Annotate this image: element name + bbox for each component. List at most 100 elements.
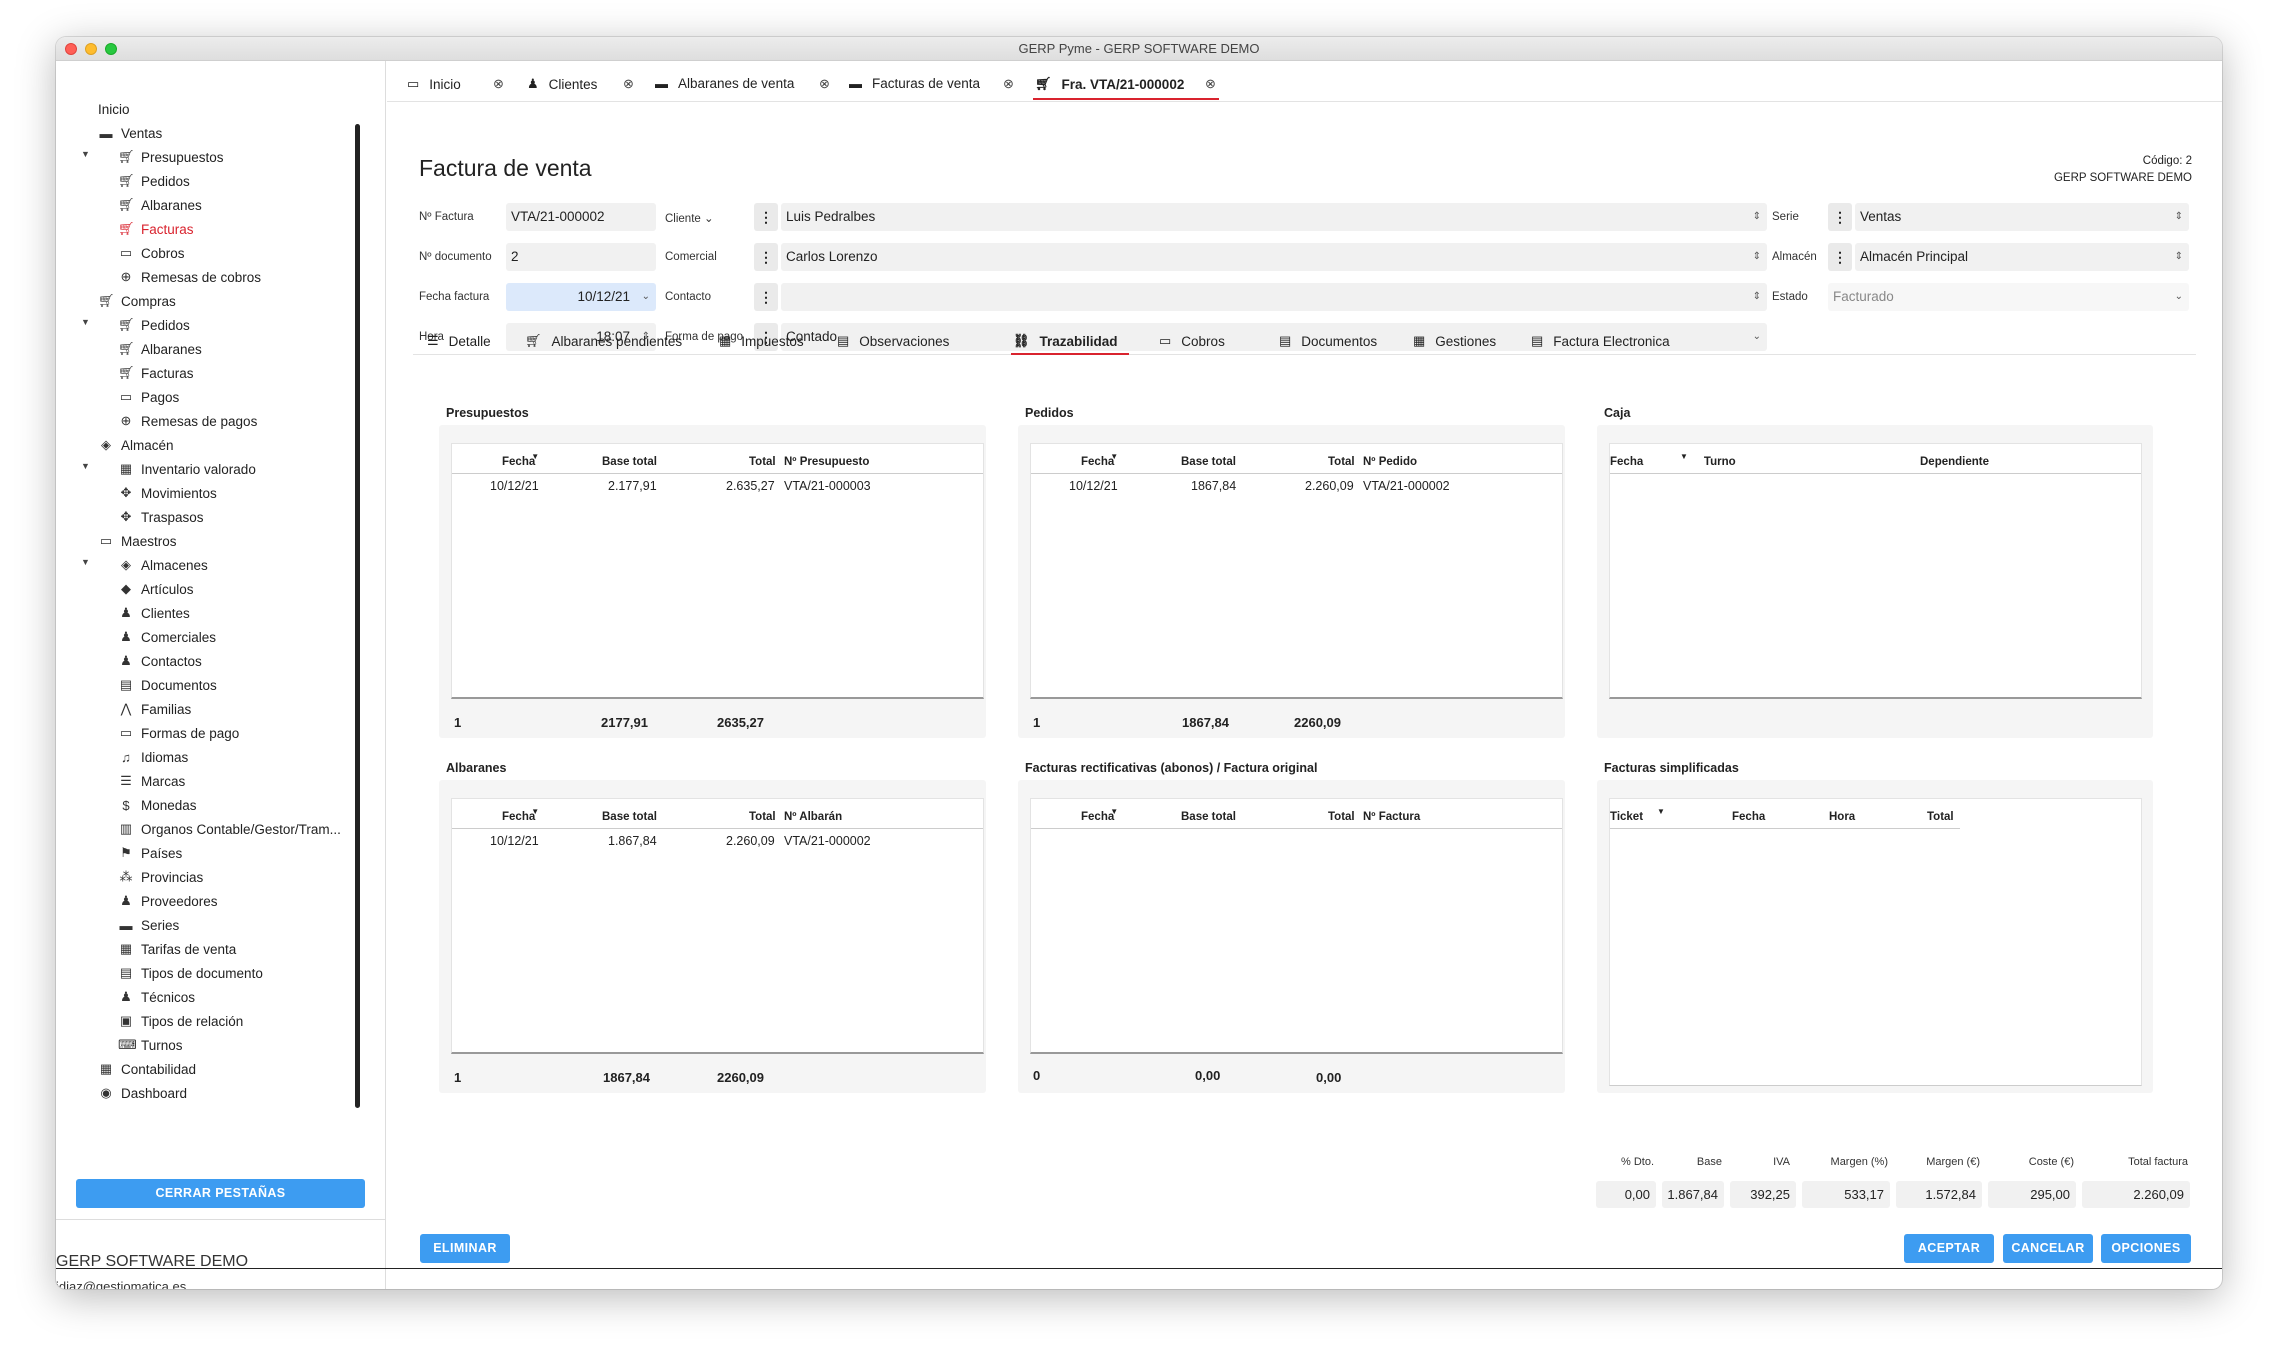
almacen-menu-button[interactable]: ⋮ xyxy=(1828,243,1852,271)
nav-turnos[interactable]: ⌨ Turnos xyxy=(118,1035,183,1055)
subtab-gestiones[interactable]: ▦ Gestiones xyxy=(1413,333,1496,349)
column-header[interactable]: Fecha▼ xyxy=(502,807,539,823)
close-window-button[interactable] xyxy=(65,43,77,55)
close-tab-icon[interactable]: ⊗ xyxy=(493,76,504,92)
column-header[interactable]: Fecha▼ xyxy=(1081,807,1118,823)
table-cell[interactable]: 2.177,91 xyxy=(608,479,657,493)
nav-contabilidad[interactable]: ▦ Contabilidad xyxy=(98,1059,196,1079)
tab-factura-actual[interactable]: 🛒︎ Fra. VTA/21-000002 xyxy=(1035,76,1184,92)
cliente-field[interactable]: Luis Pedralbes ⇕ xyxy=(781,203,1767,231)
nav-compras-pedidos[interactable]: 🛒︎ Pedidos xyxy=(118,315,190,335)
cliente-menu-button[interactable]: ⋮ xyxy=(754,203,778,231)
nav-traspasos[interactable]: ✥ Traspasos xyxy=(118,507,204,527)
total-dto-field[interactable]: 0,00 xyxy=(1596,1181,1656,1208)
chevron-down-icon[interactable]: ⌄ xyxy=(642,283,650,311)
table-cell[interactable]: 2.260,09 xyxy=(1305,479,1354,493)
nav-formas-pago[interactable]: ▭ Formas de pago xyxy=(118,723,239,743)
close-tabs-button[interactable]: CERRAR PESTAÑAS xyxy=(76,1179,365,1208)
subtab-trazabilidad[interactable]: ⛓ Trazabilidad xyxy=(1013,333,1118,349)
subtab-detalle[interactable]: ☰ Detalle xyxy=(427,333,491,349)
column-header[interactable]: Fecha▼ xyxy=(1081,452,1118,468)
table-cell[interactable]: VTA/21-000002 xyxy=(1363,479,1450,493)
nav-ventas[interactable]: ▬ Ventas xyxy=(98,123,163,143)
nav-monedas[interactable]: $ Monedas xyxy=(118,795,196,815)
table-cell[interactable]: 1.867,84 xyxy=(608,834,657,848)
nav-articulos[interactable]: ◆ Artículos xyxy=(118,579,194,599)
serie-field[interactable]: Ventas ⇕ xyxy=(1855,203,2189,231)
nav-movimientos[interactable]: ✥ Movimientos xyxy=(118,483,217,503)
nav-familias[interactable]: ⋀ Familias xyxy=(118,699,192,719)
nav-maestros[interactable]: ▭ Maestros xyxy=(98,531,177,551)
sidebar-scrollbar[interactable] xyxy=(355,124,360,1108)
nav-tipos-relacion[interactable]: ▣ Tipos de relación xyxy=(118,1011,243,1031)
nav-remesas-cobros[interactable]: ⊕ Remesas de cobros xyxy=(118,267,262,287)
estado-field[interactable]: Facturado ⌄ xyxy=(1828,283,2189,311)
column-header[interactable]: Base total xyxy=(602,811,657,823)
table-cell[interactable]: VTA/21-000002 xyxy=(784,834,871,848)
contacto-menu-button[interactable]: ⋮ xyxy=(754,283,778,311)
nav-tipos-documento[interactable]: ▤ Tipos de documento xyxy=(118,963,263,983)
fecha-factura-field[interactable]: 10/12/21 ⌄ xyxy=(506,283,656,311)
nav-inventario[interactable]: ▦ Inventario valorado xyxy=(118,459,256,479)
tab-clientes[interactable]: ♟ Clientes xyxy=(527,76,597,92)
column-header[interactable]: Base total xyxy=(1181,811,1236,823)
nav-series[interactable]: ▬ Series xyxy=(118,915,180,935)
comercial-field[interactable]: Carlos Lorenzo ⇕ xyxy=(781,243,1767,271)
table-cell[interactable]: 2.635,27 xyxy=(726,479,775,493)
total-margen-pct-field[interactable]: 533,17 xyxy=(1802,1181,1890,1208)
column-header[interactable]: Ticket ▼ xyxy=(1610,807,1665,823)
nav-dashboard[interactable]: ◉ Dashboard xyxy=(98,1083,187,1103)
column-header[interactable]: Total xyxy=(1328,456,1355,468)
table-cell[interactable]: VTA/21-000003 xyxy=(784,479,871,493)
numero-factura-field[interactable]: VTA/21-000002 xyxy=(506,203,656,231)
nav-organos[interactable]: ▥ Organos Contable/Gestor/Tram... xyxy=(118,819,341,839)
nav-documentos[interactable]: ▤ Documentos xyxy=(118,675,217,695)
table-cell[interactable]: 10/12/21 xyxy=(1069,479,1118,493)
nav-compras-albaranes[interactable]: 🛒︎ Albaranes xyxy=(118,339,202,359)
total-base-field[interactable]: 1.867,84 xyxy=(1662,1181,1724,1208)
subtab-documentos[interactable]: ▤ Documentos xyxy=(1279,333,1377,349)
nav-ventas-facturas[interactable]: 🛒︎ Facturas xyxy=(118,219,194,239)
tab-facturas-venta[interactable]: ▬ Facturas de venta xyxy=(849,76,980,91)
nav-provincias[interactable]: ⁂ Provincias xyxy=(118,867,204,887)
expand-ventas-icon[interactable]: ▼ xyxy=(81,149,90,159)
nav-paises[interactable]: ⚑ Países xyxy=(118,843,182,863)
table-cell[interactable]: 2.260,09 xyxy=(726,834,775,848)
expand-almacen-icon[interactable]: ▼ xyxy=(81,461,90,471)
table-cell[interactable]: 10/12/21 xyxy=(490,479,539,493)
expand-compras-icon[interactable]: ▼ xyxy=(81,317,90,327)
contacto-field[interactable]: ⇕ xyxy=(781,283,1767,311)
column-header[interactable]: Nº Factura xyxy=(1363,811,1420,823)
subtab-impuestos[interactable]: ▦ Impuestos xyxy=(719,333,804,349)
minimize-window-button[interactable] xyxy=(85,43,97,55)
nav-compras-facturas[interactable]: 🛒︎ Facturas xyxy=(118,363,194,383)
nav-inicio[interactable]: Inicio xyxy=(98,99,130,119)
numero-documento-field[interactable]: 2 xyxy=(506,243,656,271)
comercial-menu-button[interactable]: ⋮ xyxy=(754,243,778,271)
tab-inicio[interactable]: ▭ Inicio xyxy=(407,76,461,92)
subtab-observaciones[interactable]: ▤ Observaciones xyxy=(837,333,949,349)
column-header[interactable]: Fecha xyxy=(1610,456,1643,468)
column-header[interactable]: Total xyxy=(1328,811,1355,823)
nav-compras-pagos[interactable]: ▭ Pagos xyxy=(118,387,179,407)
total-coste-field[interactable]: 295,00 xyxy=(1988,1181,2076,1208)
aceptar-button[interactable]: ACEPTAR xyxy=(1904,1234,1994,1263)
close-tab-icon[interactable]: ⊗ xyxy=(819,76,830,92)
nav-compras[interactable]: 🛒︎ Compras xyxy=(98,291,176,311)
nav-almacen[interactable]: ◈ Almacén xyxy=(98,435,174,455)
column-header[interactable]: Total xyxy=(749,456,776,468)
nav-almacenes[interactable]: ◈ Almacenes xyxy=(118,555,208,575)
column-header[interactable]: ▼ Turno xyxy=(1680,452,1736,468)
serie-menu-button[interactable]: ⋮ xyxy=(1828,203,1852,231)
nav-comerciales[interactable]: ♟ Comerciales xyxy=(118,627,216,647)
chevron-down-icon[interactable]: ⌄ xyxy=(704,213,714,225)
nav-ventas-albaranes[interactable]: 🛒︎ Albaranes xyxy=(118,195,202,215)
zoom-window-button[interactable] xyxy=(105,43,117,55)
column-header[interactable]: Nº Albarán xyxy=(784,811,842,823)
nav-ventas-cobros[interactable]: ▭ Cobros xyxy=(118,243,185,263)
column-header[interactable]: Dependiente xyxy=(1920,456,1989,468)
column-header[interactable]: Base total xyxy=(1181,456,1236,468)
close-tab-icon[interactable]: ⊗ xyxy=(623,76,634,92)
column-header[interactable]: Base total xyxy=(602,456,657,468)
nav-idiomas[interactable]: ♫ Idiomas xyxy=(118,747,188,767)
